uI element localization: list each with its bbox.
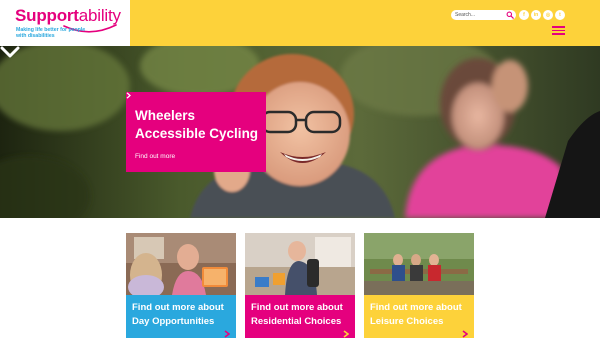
site-header: Supportability Making life better for pe… xyxy=(0,0,600,46)
card-day-opportunities[interactable]: Find out more about Day Opportunities xyxy=(126,233,236,338)
card-leisure-choices-label: Find out more about Leisure Choices xyxy=(370,302,462,327)
logo-wordmark: Supportability xyxy=(15,6,121,26)
card-residential-choices[interactable]: Find out more about Residential Choices xyxy=(245,233,355,338)
logo[interactable]: Supportability Making life better for pe… xyxy=(0,0,130,46)
instagram-icon[interactable]: ◎ xyxy=(543,10,553,20)
card-day-opportunities-label: Find out more about Day Opportunities xyxy=(132,302,224,327)
card-residential-choices-label: Find out more about Residential Choices xyxy=(251,302,343,327)
chevron-right-icon xyxy=(343,330,349,338)
linkedin-glyph: in xyxy=(533,11,539,18)
hero-title: Wheelers Accessible Cycling xyxy=(135,108,259,141)
logo-wordmark-bold: Support xyxy=(15,6,79,25)
logo-tagline: Making life better for people with disab… xyxy=(16,27,86,39)
card-residential-choices-photo xyxy=(245,233,355,295)
card-leisure-choices[interactable]: Find out more about Leisure Choices xyxy=(364,233,474,338)
facebook-glyph: f xyxy=(523,11,525,18)
card-leisure-choices-body: Find out more about Leisure Choices xyxy=(364,295,474,338)
chevron-right-icon xyxy=(224,330,230,338)
hero-find-out-more-link[interactable]: Find out more xyxy=(135,153,175,160)
instagram-glyph: ◎ xyxy=(545,11,551,18)
linkedin-icon[interactable]: in xyxy=(531,10,541,20)
card-day-opportunities-body: Find out more about Day Opportunities xyxy=(126,295,236,338)
card-day-opportunities-photo xyxy=(126,233,236,295)
chevron-down-icon[interactable] xyxy=(0,46,20,58)
facebook-icon[interactable]: f xyxy=(519,10,529,20)
card-leisure-choices-photo xyxy=(364,233,474,295)
logo-wordmark-light: ability xyxy=(78,6,121,25)
twitter-glyph: t xyxy=(559,11,561,18)
search-box xyxy=(451,10,516,20)
chevron-right-icon xyxy=(462,330,468,338)
card-residential-choices-body: Find out more about Residential Choices xyxy=(245,295,355,338)
twitter-icon[interactable]: t xyxy=(555,10,565,20)
hamburger-menu-icon[interactable] xyxy=(552,26,565,35)
search-input[interactable] xyxy=(455,11,503,19)
hero-feature-card[interactable]: Wheelers Accessible Cycling Find out mor… xyxy=(126,92,266,172)
search-icon[interactable] xyxy=(506,11,514,19)
hero-photo xyxy=(0,46,600,218)
hero-banner: Wheelers Accessible Cycling Find out mor… xyxy=(0,46,600,218)
chevron-right-icon xyxy=(126,92,131,99)
